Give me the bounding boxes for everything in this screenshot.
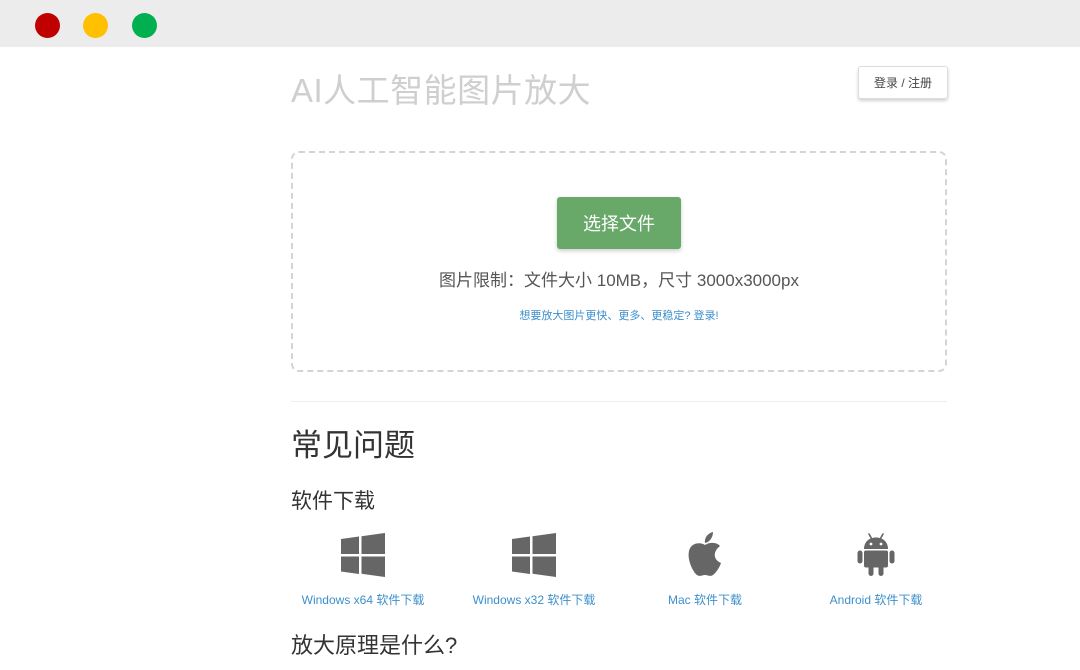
apple-icon — [683, 532, 727, 578]
login-upsell-link[interactable]: 想要放大图片更快、更多、更稳定? 登录! — [291, 307, 947, 323]
faq-heading: 常见问题 — [291, 428, 415, 463]
download-mac[interactable]: Mac 软件下载 — [625, 530, 785, 610]
select-file-button[interactable]: 选择文件 — [557, 197, 681, 249]
download-label[interactable]: Windows x64 软件下载 — [283, 591, 443, 608]
download-label[interactable]: Windows x32 软件下载 — [454, 591, 614, 608]
login-register-button[interactable]: 登录 / 注册 — [858, 66, 948, 99]
software-download-heading: 软件下载 — [291, 490, 375, 513]
section-divider — [291, 401, 947, 402]
window-titlebar — [0, 0, 1080, 47]
download-windows-x32[interactable]: Windows x32 软件下载 — [454, 530, 614, 610]
window-minimize-button[interactable] — [83, 13, 108, 38]
download-label[interactable]: Mac 软件下载 — [625, 591, 785, 608]
windows-icon — [512, 532, 556, 578]
download-label[interactable]: Android 软件下载 — [796, 591, 956, 608]
upload-drop-zone[interactable] — [291, 151, 947, 372]
page-title: AI人工智能图片放大 — [291, 72, 592, 109]
window-close-button[interactable] — [35, 13, 60, 38]
android-icon — [854, 532, 898, 578]
download-android[interactable]: Android 软件下载 — [796, 530, 956, 610]
upload-limit-text: 图片限制：文件大小 10MB，尺寸 3000x3000px — [439, 271, 799, 290]
download-windows-x64[interactable]: Windows x64 软件下载 — [283, 530, 443, 610]
principle-heading: 放大原理是什么? — [291, 633, 458, 658]
windows-icon — [341, 532, 385, 578]
window-maximize-button[interactable] — [132, 13, 157, 38]
